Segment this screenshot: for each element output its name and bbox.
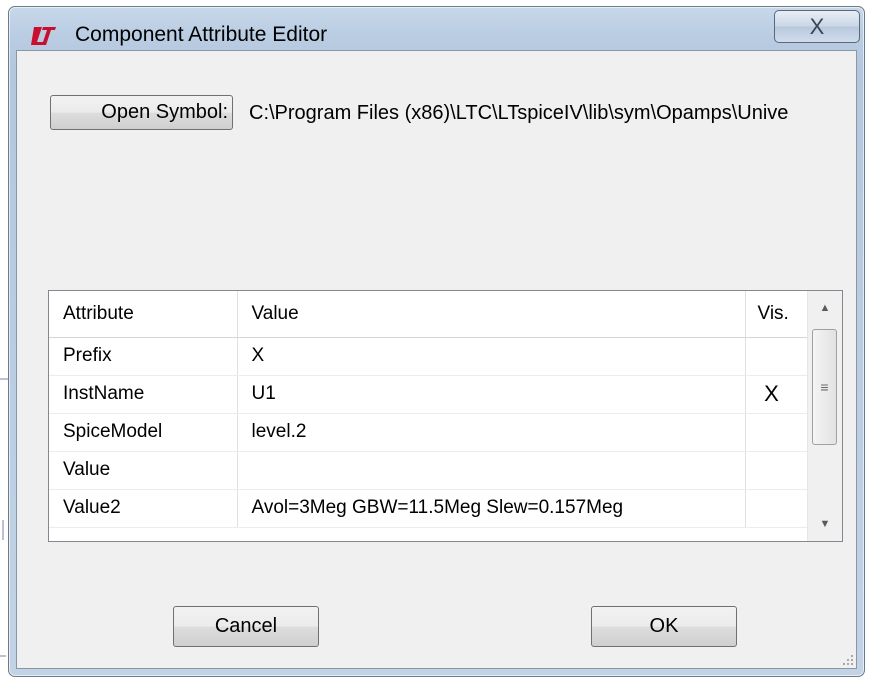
scroll-up-arrow-icon[interactable]: ▲ <box>808 291 842 325</box>
scroll-down-arrow-icon[interactable]: ▼ <box>808 507 842 541</box>
window-title: Component Attribute Editor <box>75 23 328 46</box>
column-header-attribute[interactable]: Attribute <box>49 291 238 338</box>
value-cell[interactable]: Avol=3Meg GBW=11.5Meg Slew=0.157Meg <box>237 489 746 528</box>
close-button[interactable]: X <box>774 10 860 43</box>
attribute-cell[interactable]: SpiceModel <box>49 413 238 452</box>
value-cell[interactable]: X <box>237 337 746 376</box>
scrollbar-thumb[interactable]: ≡ <box>812 329 837 445</box>
cancel-button[interactable]: Cancel <box>173 606 319 647</box>
vis-cell[interactable] <box>745 489 809 528</box>
dialog-window: Component Attribute Editor X Open Symbol… <box>8 6 865 677</box>
table-row[interactable]: SpiceModel level.2 <box>49 413 809 452</box>
ltspice-logo-icon <box>31 27 56 45</box>
background-artifact <box>0 655 6 657</box>
ok-button[interactable]: OK <box>591 606 737 647</box>
table-row[interactable]: Value2 Avol=3Meg GBW=11.5Meg Slew=0.157M… <box>49 489 809 528</box>
value-cell[interactable] <box>237 451 746 490</box>
background-artifact <box>0 378 8 380</box>
close-icon: X <box>809 13 825 39</box>
table-row[interactable]: Value <box>49 451 809 490</box>
vertical-scrollbar[interactable]: ▲ ≡ ▼ <box>807 291 842 541</box>
open-symbol-button[interactable]: Open Symbol: <box>50 95 233 130</box>
vis-cell[interactable] <box>745 451 809 490</box>
dialog-client-area: Open Symbol: C:\Program Files (x86)\LTC\… <box>16 50 857 669</box>
vis-cell[interactable] <box>745 413 809 452</box>
value-cell[interactable]: level.2 <box>237 413 746 452</box>
table-row[interactable]: InstName U1 X <box>49 375 809 414</box>
attribute-grid[interactable]: Attribute Value Vis. Prefix X InstName U… <box>48 290 843 542</box>
attribute-cell[interactable]: Value <box>49 451 238 490</box>
column-header-value[interactable]: Value <box>237 291 746 338</box>
symbol-path: C:\Program Files (x86)\LTC\LTspiceIV\lib… <box>249 102 789 124</box>
resize-grip-icon[interactable] <box>840 652 854 666</box>
vis-cell[interactable] <box>745 337 809 376</box>
attribute-table: Attribute Value Vis. Prefix X InstName U… <box>49 291 809 528</box>
grip-lines-icon: ≡ <box>820 379 829 395</box>
background-artifact <box>2 520 4 540</box>
attribute-cell[interactable]: InstName <box>49 375 238 414</box>
value-cell[interactable]: U1 <box>237 375 746 414</box>
table-header-row: Attribute Value Vis. <box>49 291 809 338</box>
column-header-vis[interactable]: Vis. <box>745 291 809 338</box>
vis-cell[interactable]: X <box>745 375 809 414</box>
attribute-cell[interactable]: Value2 <box>49 489 238 528</box>
attribute-cell[interactable]: Prefix <box>49 337 238 376</box>
table-row[interactable]: Prefix X <box>49 337 809 376</box>
